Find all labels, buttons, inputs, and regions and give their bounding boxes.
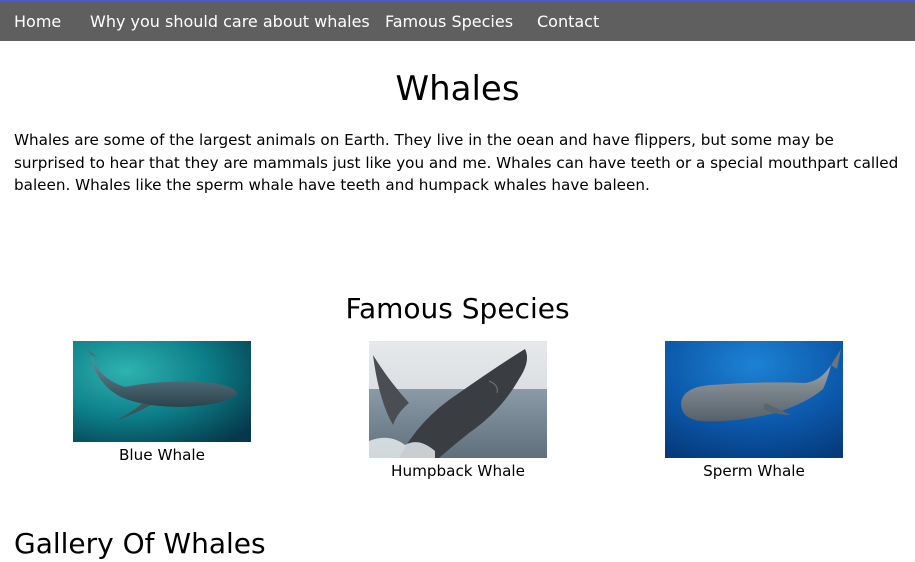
nav-link-why-care[interactable]: Why you should care about whales	[90, 12, 370, 32]
species-card-sperm-whale: Sperm Whale	[665, 341, 843, 482]
top-navbar: Home Why you should care about whales Fa…	[0, 0, 915, 41]
species-name-blue-whale: Blue Whale	[119, 446, 205, 464]
species-card-humpback-whale: Humpback Whale	[369, 341, 547, 482]
page-title: Whales	[395, 69, 520, 109]
nav-link-famous-species[interactable]: Famous Species	[385, 12, 513, 32]
gallery-heading: Gallery Of Whales	[14, 527, 266, 560]
intro-paragraph: Whales are some of the largest animals o…	[14, 131, 899, 195]
nav-link-contact[interactable]: Contact	[537, 12, 599, 32]
species-name-humpback-whale: Humpback Whale	[391, 462, 525, 480]
nav-link-home[interactable]: Home	[14, 12, 61, 32]
famous-species-heading: Famous Species	[345, 292, 570, 325]
species-name-sperm-whale: Sperm Whale	[703, 462, 805, 480]
humpback-whale-photo	[369, 341, 547, 458]
species-card-blue-whale: Blue Whale	[73, 341, 251, 466]
blue-whale-photo	[73, 341, 251, 442]
sperm-whale-photo	[665, 341, 843, 458]
